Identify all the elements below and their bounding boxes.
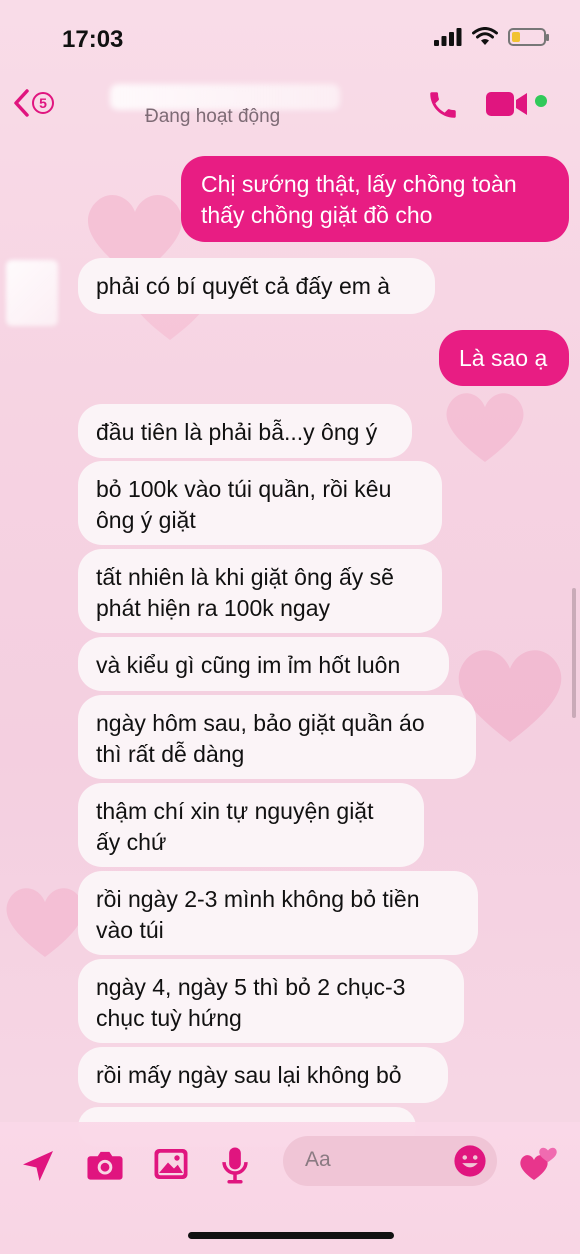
background-heart-icon xyxy=(6,888,84,957)
message-line: vào túi xyxy=(96,917,164,943)
message-line: ngày hôm sau, bảo giặt quần áo xyxy=(96,710,425,736)
phone-call-icon[interactable] xyxy=(426,88,460,122)
message-line: tất nhiên là khi giặt ông ấy sẽ xyxy=(96,564,394,590)
message-input-placeholder: Aa xyxy=(305,1148,331,1171)
wifi-icon xyxy=(472,27,498,45)
location-icon[interactable] xyxy=(20,1148,56,1184)
status-time: 17:03 xyxy=(62,26,124,53)
message-bubble-incoming[interactable]: ngày 4, ngày 5 thì bỏ 2 chục-3 chục tuỳ … xyxy=(78,959,464,1043)
message-line: thậm chí xin tự nguyện giặt xyxy=(96,798,374,824)
message-line: bỏ 100k vào túi quần, rồi kêu xyxy=(96,476,392,502)
unread-count-badge: 5 xyxy=(32,92,54,114)
background-heart-icon xyxy=(446,393,524,462)
message-bubble-incoming[interactable]: đầu tiên là phải bẫ...y ông ý xyxy=(78,404,412,458)
contact-avatar-blurred[interactable] xyxy=(6,260,58,326)
message-line: và kiểu gì cũng im ỉm hốt luôn xyxy=(96,652,401,678)
message-line: phải có bí quyết cả đấy em à xyxy=(96,273,391,299)
battery-fill xyxy=(512,31,520,42)
video-call-icon[interactable] xyxy=(486,90,528,118)
scrollbar[interactable] xyxy=(572,588,576,718)
chat-header: 5 Đang hoạt động xyxy=(0,78,580,148)
online-status-dot xyxy=(535,95,547,107)
hearts-icon[interactable] xyxy=(518,1144,560,1184)
back-button[interactable]: 5 xyxy=(12,88,54,118)
message-line: đầu tiên là phải bẫ...y ông ý xyxy=(96,419,378,445)
message-line: rồi ngày 2-3 mình không bỏ tiền xyxy=(96,886,420,912)
message-bubble-incoming[interactable]: phải có bí quyết cả đấy em à xyxy=(78,258,435,314)
signal-icon xyxy=(434,27,462,46)
message-bubble-incoming[interactable]: và kiểu gì cũng im ỉm hốt luôn xyxy=(78,637,449,691)
message-bubble-incoming[interactable]: rồi mấy ngày sau lại không bỏ xyxy=(78,1047,448,1103)
message-bubble-outgoing[interactable]: Chị sướng thật, lấy chồng toàn thấy chồn… xyxy=(181,156,569,242)
message-bubble-incoming[interactable]: bỏ 100k vào túi quần, rồi kêu ông ý giặt xyxy=(78,461,442,545)
status-bar: 17:03 xyxy=(0,0,580,78)
home-indicator[interactable] xyxy=(188,1232,394,1239)
message-bubble-incoming[interactable]: thậm chí xin tự nguyện giặt ấy chứ xyxy=(78,783,424,867)
chevron-left-icon xyxy=(14,89,29,117)
message-line: ông ý giặt xyxy=(96,507,196,533)
image-icon[interactable] xyxy=(153,1147,189,1181)
message-line: Chị sướng thật, lấy chồng toàn xyxy=(201,171,517,197)
contact-status: Đang hoạt động xyxy=(145,106,281,127)
message-line: ngày 4, ngày 5 thì bỏ 2 chục-3 xyxy=(96,974,406,1000)
message-line: ấy chứ xyxy=(96,829,167,855)
microphone-icon[interactable] xyxy=(220,1146,250,1184)
message-line: Là sao ạ xyxy=(459,345,548,371)
message-input[interactable]: Aa xyxy=(283,1136,497,1186)
message-bubble-outgoing[interactable]: Là sao ạ xyxy=(439,330,569,386)
message-line: rồi mấy ngày sau lại không bỏ xyxy=(96,1062,402,1088)
message-line: thấy chồng giặt đồ cho xyxy=(201,202,433,228)
message-bubble-incoming[interactable]: ngày hôm sau, bảo giặt quần áo thì rất d… xyxy=(78,695,476,779)
emoji-icon[interactable] xyxy=(453,1144,487,1178)
message-line: thì rất dễ dàng xyxy=(96,741,245,767)
message-line: chục tuỳ hứng xyxy=(96,1005,242,1031)
message-bubble-incoming[interactable]: tất nhiên là khi giặt ông ấy sẽ phát hiệ… xyxy=(78,549,442,633)
camera-icon[interactable] xyxy=(86,1148,124,1182)
message-line: phát hiện ra 100k ngay xyxy=(96,595,331,621)
message-bubble-incoming[interactable]: rồi ngày 2-3 mình không bỏ tiền vào túi xyxy=(78,871,478,955)
battery-icon xyxy=(508,27,549,46)
